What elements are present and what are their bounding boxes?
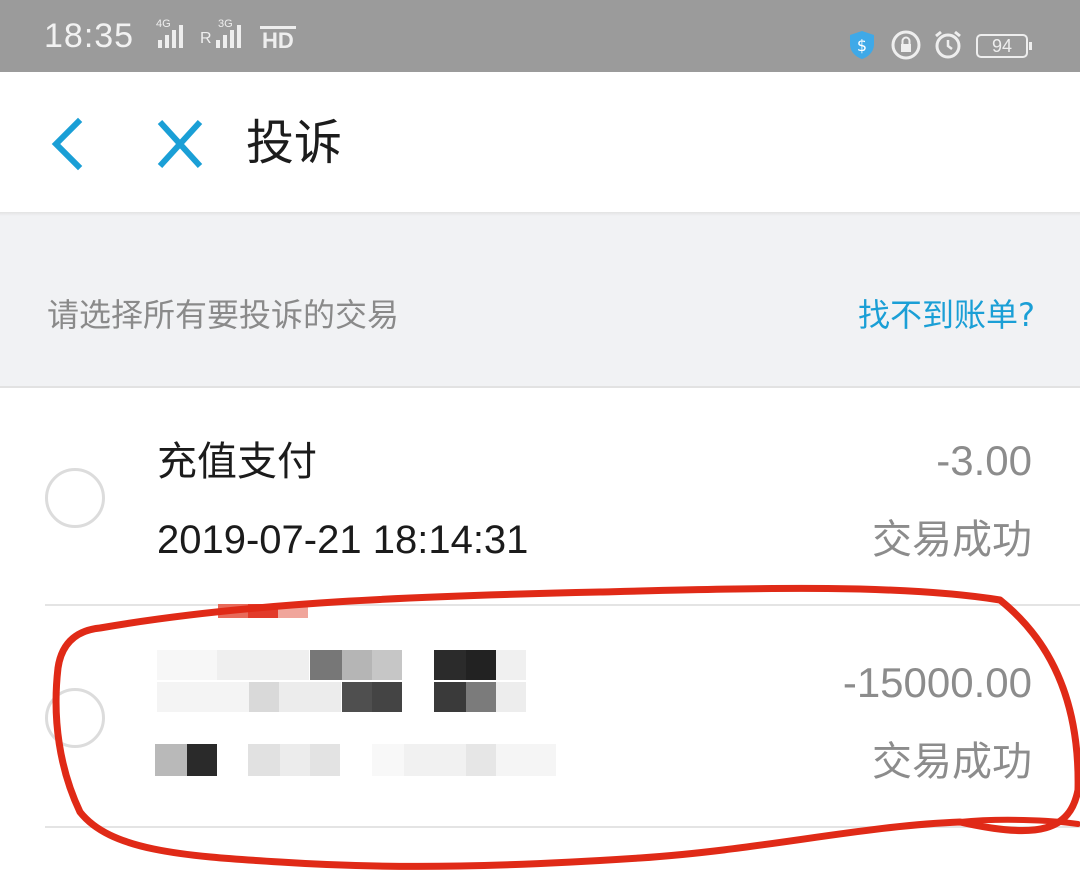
- transaction-radio[interactable]: [45, 688, 105, 748]
- shield-icon: $: [850, 31, 874, 59]
- transaction-time: 2019-07-21 18:14:31: [157, 518, 529, 562]
- bill-not-found-link[interactable]: 找不到账单?: [858, 292, 1035, 338]
- section-header: 请选择所有要投诉的交易 找不到账单?: [0, 216, 1080, 388]
- transaction-title: 充值支付: [157, 439, 317, 485]
- battery-icon: 94: [976, 34, 1032, 58]
- close-icon[interactable]: [150, 116, 210, 172]
- transaction-status: 交易成功: [872, 739, 1032, 785]
- hd-icon: HD: [260, 26, 296, 53]
- transaction-item[interactable]: -15000.00 交易成功: [0, 606, 1080, 828]
- signal-icon-sim2: 3G R: [200, 18, 244, 48]
- signal-icon-sim1: 4G: [156, 18, 186, 48]
- transaction-status: 交易成功: [872, 517, 1032, 563]
- select-transactions-hint: 请选择所有要投诉的交易: [47, 296, 400, 334]
- transaction-amount: -15000.00: [842, 659, 1032, 706]
- page-title: 投诉: [246, 115, 343, 171]
- status-time: 18:35: [44, 17, 135, 55]
- alarm-icon: [935, 30, 961, 59]
- back-icon[interactable]: [44, 116, 92, 172]
- transaction-amount: -3.00: [936, 437, 1032, 484]
- app-header: 投诉: [0, 72, 1080, 214]
- transaction-radio[interactable]: [45, 468, 105, 528]
- vpn-lock-icon: [891, 30, 921, 60]
- list-divider: [45, 826, 1080, 828]
- transaction-item[interactable]: 充值支付 2019-07-21 18:14:31 -3.00 交易成功: [0, 388, 1080, 606]
- status-bar: 18:35 4G 3G R HD $ 94: [0, 0, 1080, 72]
- svg-text:$: $: [857, 36, 867, 55]
